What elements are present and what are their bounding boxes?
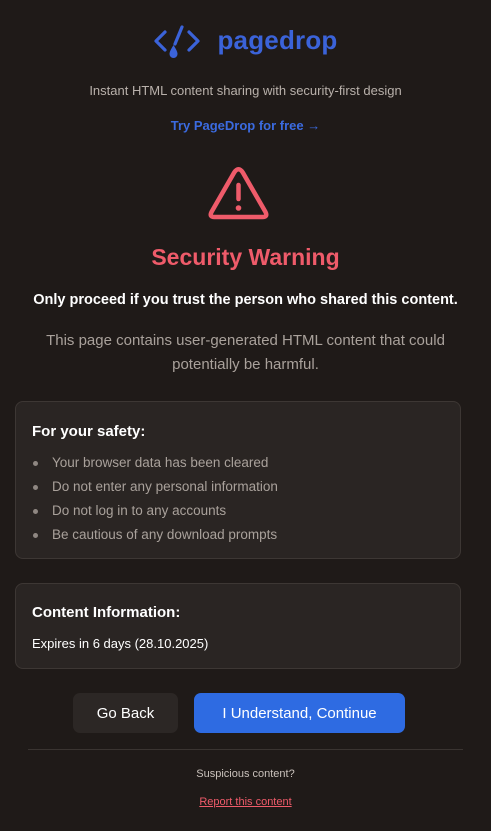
try-pagedrop-link[interactable]: Try PageDrop for free → <box>0 118 491 133</box>
continue-button[interactable]: I Understand, Continue <box>194 693 405 733</box>
tagline: Instant HTML content sharing with securi… <box>89 83 402 98</box>
brand-name: pagedrop <box>217 24 338 55</box>
safety-item: Your browser data has been cleared <box>32 451 278 475</box>
security-warning-page: pagedrop Instant HTML content sharing wi… <box>0 0 491 831</box>
safety-item: Do not enter any personal information <box>32 475 278 499</box>
safety-card: For your safety: Your browser data has b… <box>15 401 461 559</box>
trust-warning-text: Only proceed if you trust the person who… <box>33 292 458 308</box>
safety-item: Be cautious of any download prompts <box>32 523 278 547</box>
brand-logo[interactable]: pagedrop <box>0 22 491 62</box>
safety-list: Your browser data has been cleared Do no… <box>32 451 278 547</box>
suspicious-content-label: Suspicious content? <box>196 768 295 780</box>
report-content-link[interactable]: Report this content <box>0 796 491 808</box>
warning-triangle-icon <box>208 167 269 220</box>
safety-item: Do not log in to any accounts <box>32 499 278 523</box>
footer-divider <box>28 749 463 750</box>
expiry-text: Expires in 6 days (28.10.2025) <box>32 636 209 651</box>
content-info-title: Content Information: <box>32 604 181 621</box>
warning-description: This page contains user-generated HTML c… <box>46 332 445 373</box>
code-drop-icon <box>154 25 201 58</box>
content-info-card: Content Information: Expires in 6 days (… <box>15 583 461 669</box>
security-warning-title: Security Warning <box>151 244 340 270</box>
go-back-button[interactable]: Go Back <box>73 693 178 733</box>
safety-card-title: For your safety: <box>32 423 146 440</box>
